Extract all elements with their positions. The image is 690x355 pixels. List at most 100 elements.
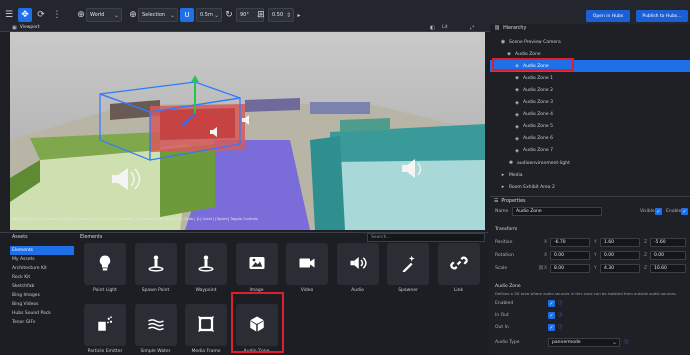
visible-checkbox[interactable]: ✓ [655,208,662,215]
hierarchy-item[interactable]: ▸ Media [490,169,690,181]
asset-category-item[interactable]: My Assets [10,255,74,264]
scale-x-input[interactable]: 8.00 [550,264,590,273]
position-label: Position [495,240,513,245]
elements-title: Elements [80,235,103,240]
camera-icon: ◉ [500,39,506,45]
selection-select[interactable]: Selection ⌄ [138,8,178,22]
position-y-input[interactable]: 1.60 [600,238,640,247]
rotation-y-input[interactable]: 0.00 [600,251,640,260]
audio-zone-description: Defines a 3D area where audio sources in… [495,291,677,296]
cube-icon: ◈ [507,51,511,58]
asset-category-item[interactable]: Bing Images [10,291,74,300]
asset-category-item[interactable]: Tenor GIFs [10,318,74,327]
asset-category-item[interactable]: Elements [10,246,74,255]
asset-category-item[interactable]: Architecture Kit [10,264,74,273]
asset-tile[interactable] [134,304,177,346]
move-tool-icon[interactable]: ✥ [18,8,32,22]
asset-tile[interactable] [387,243,429,285]
audio-zone-tile-highlight [231,292,284,353]
hierarchy-item[interactable]: ◈ Audio Zone 7 [490,145,690,157]
hierarchy-item[interactable]: ✺ audioenvironment-light [490,157,690,169]
transform-section-title: Transform [495,227,518,232]
snap-distance-select[interactable]: 0.5m ⌄ [196,8,222,22]
in-out-checkbox[interactable]: ✓ [548,312,555,319]
asset-search-input[interactable]: Search... [367,233,485,242]
scale-y-input[interactable]: 4.30 [600,264,640,273]
hierarchy-item[interactable]: ◉ Scene Preview Camera [490,36,690,48]
position-z-input[interactable]: -5.60 [650,238,686,247]
asset-tile[interactable] [235,243,278,285]
world-select[interactable]: World ⌄ [86,8,122,22]
asset-tile[interactable] [336,243,379,285]
viewport-expand-icon[interactable]: ⤢ [470,25,474,31]
hierarchy-item[interactable]: ▸ Room Exhibit Area 2 [490,181,690,193]
asset-tile[interactable] [84,243,126,285]
properties-panel: ☰ Properties Name Audio Zone Visible ✓ E… [490,196,690,355]
scale-z-input[interactable]: 10.60 [650,264,686,273]
bulb-icon [96,254,114,274]
hierarchy-item[interactable]: ◈ Audio Zone 2 [490,84,690,96]
open-in-hubs-button[interactable]: Open in Hubs [586,10,630,22]
hierarchy-title: Hierarchy [503,26,527,31]
menu-icon[interactable]: ☰ [2,8,16,22]
hierarchy-panel: ⛓ Hierarchy ◉ Scene Preview Camera ◈ Audio … [490,24,690,197]
world-label: World [90,12,105,18]
asset-tile[interactable] [134,243,177,285]
rotation-z-input[interactable]: 0.00 [650,251,686,260]
asset-category-item[interactable]: Hubs Sound Pack [10,309,74,318]
viewport-canvas[interactable]: [W][A][S][D] Move Camera | [Q][E] Rotate… [10,32,485,230]
particle-icon [96,315,114,335]
scale-tool-icon[interactable]: ⋮ [50,8,64,22]
out-in-checkbox[interactable]: ✓ [548,324,555,331]
snap-toggle-icon[interactable]: U [180,8,194,22]
asset-tile[interactable] [84,304,126,346]
hierarchy-item[interactable]: ◈ Audio Zone 5 [490,121,690,133]
hierarchy-item[interactable]: ◈ Audio Zone 3 [490,97,690,109]
cube-icon: ◈ [515,87,519,94]
asset-tile-label: Video [300,288,314,293]
hierarchy-item-label: Audio Zone 2 [523,87,553,93]
hierarchy-item-label: audioenvironment-light [517,160,570,166]
rotation-label: Rotation [495,253,514,258]
rotation-x-input[interactable]: 0.00 [550,251,590,260]
asset-category-item[interactable]: Bing Videos [10,300,74,309]
hierarchy-item[interactable]: ◈ Audio Zone 1 [490,72,690,84]
hierarchy-item-label: Scene Preview Camera [509,39,561,45]
y-axis-label: Y [594,240,597,245]
chevron-up-down-icon: ⇕ [285,11,291,19]
zone-enabled-checkbox[interactable]: ✓ [548,300,555,307]
hierarchy-item[interactable]: ◈ Audio Zone 4 [490,109,690,121]
hierarchy-item[interactable]: ◈ Audio Zone 6 [490,133,690,145]
render-mode-icon[interactable]: ◧ [430,25,435,31]
info-icon: ⓘ [624,340,629,345]
asset-category-item[interactable]: Rock Kit [10,273,74,282]
hierarchy-header: ⛓ Hierarchy [494,26,526,31]
asset-tile[interactable] [185,304,227,346]
publish-button[interactable]: Publish to Hubs... [636,10,688,22]
cube-icon: ◈ [515,135,519,142]
asset-tile-label: Link [453,288,464,293]
folder-icon: ▸ [501,172,505,179]
asset-category-item[interactable]: Sketchfab [10,282,74,291]
cube-icon: ◈ [515,99,519,106]
asset-tile[interactable] [286,243,328,285]
link-scale-icon[interactable]: ⛓ [538,266,544,271]
in-out-label: In Out [495,313,509,318]
folder-icon: ▸ [501,184,505,191]
grid-icon[interactable]: ⊞ [254,8,268,22]
z-axis-label: Z [644,253,648,258]
asset-tile-label: Audio [351,288,364,293]
properties-header: ☰ Properties [494,199,526,204]
asset-tile[interactable] [185,243,227,285]
play-icon[interactable]: ▸ [292,8,306,22]
render-mode-label[interactable]: Lit [442,25,448,30]
asset-tile[interactable] [437,243,480,285]
audio-type-select[interactable]: pannermode ⌄ [548,338,620,347]
name-input[interactable]: Audio Zone [512,207,602,216]
position-x-input[interactable]: -6.70 [550,238,590,247]
angle-label: 90° [240,12,249,18]
grid-scale-select[interactable]: 0.50 ⇕ [268,8,294,22]
info-icon: ⓘ [558,313,563,318]
rotate-tool-icon[interactable]: ⟳ [34,8,48,22]
enabled-checkbox[interactable]: ✓ [681,208,688,215]
